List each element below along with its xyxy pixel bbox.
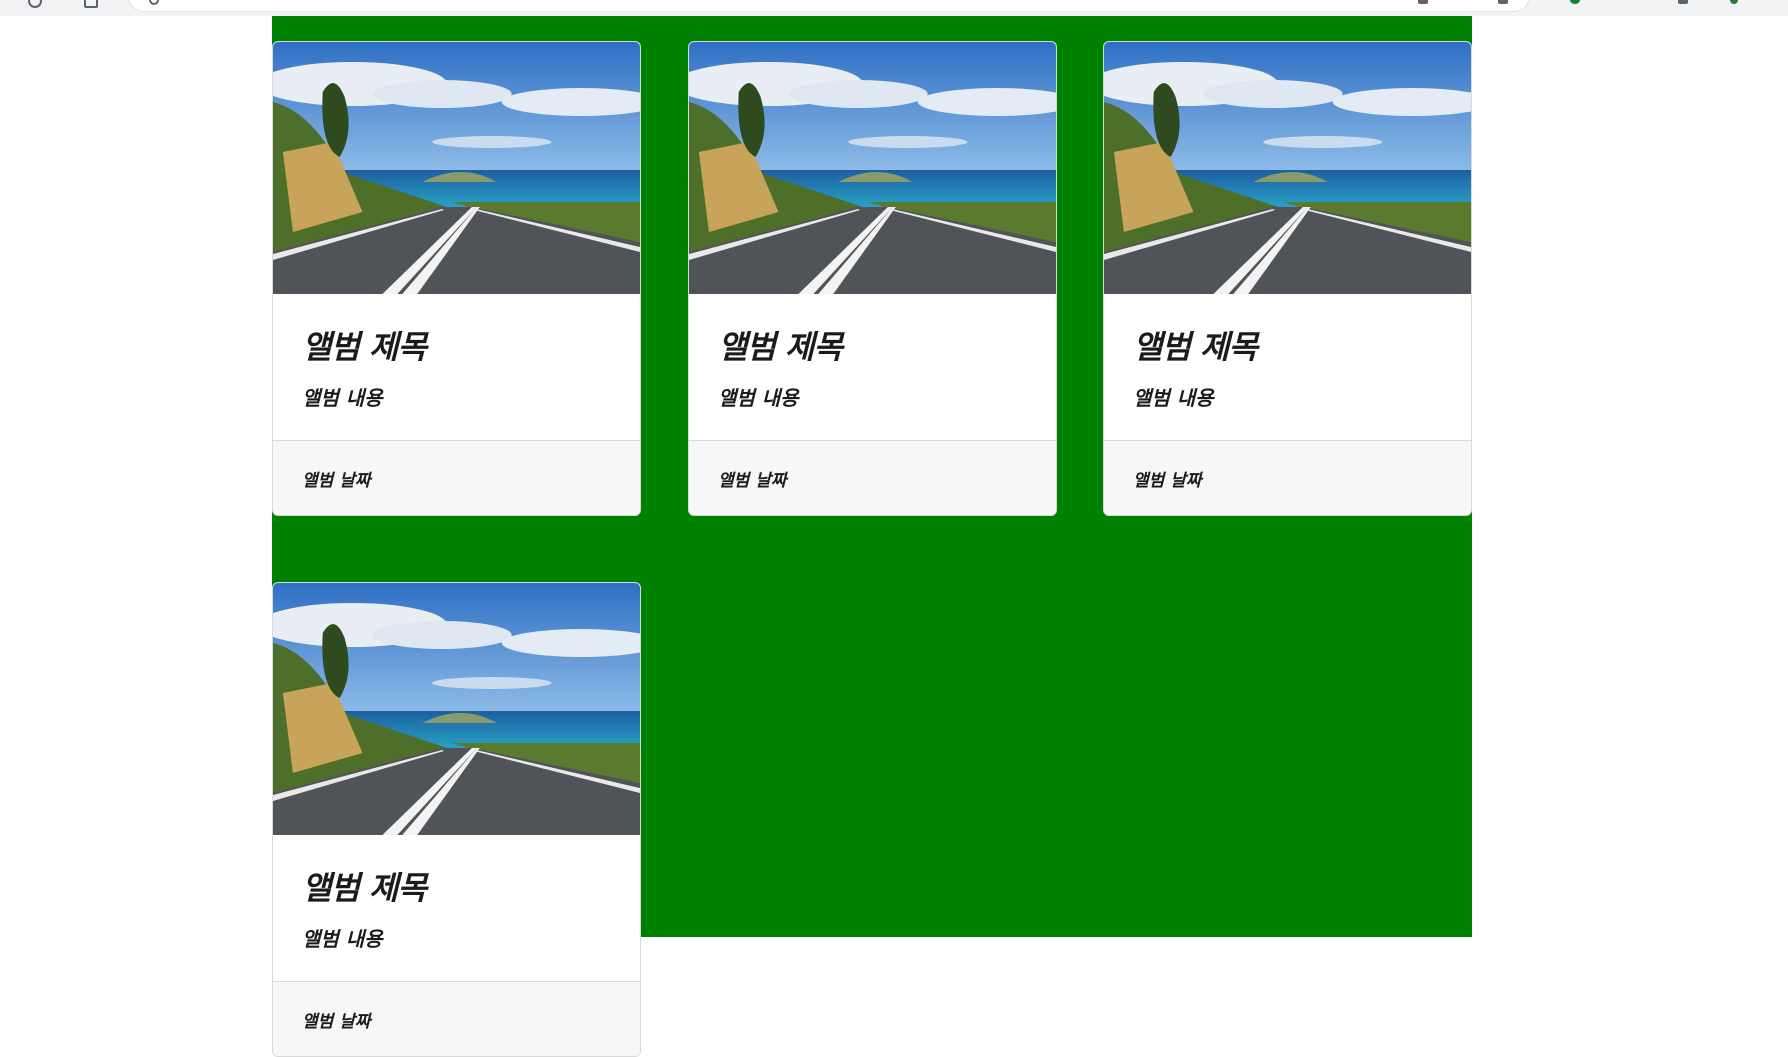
card-body: 앨범 제목 앨범 내용	[689, 294, 1056, 440]
card-title: 앨범 제목	[1133, 328, 1258, 366]
card-text: 앨범 내용	[1133, 386, 1214, 411]
card-date: 앨범 날짜	[718, 470, 787, 491]
card-body: 앨범 제목 앨범 내용	[1104, 294, 1471, 440]
album-cover-image	[689, 42, 1056, 294]
lock-icon[interactable]	[149, 0, 159, 5]
card-date: 앨범 날짜	[302, 1011, 371, 1032]
card-footer: 앨범 날짜	[1104, 440, 1471, 515]
card-text: 앨범 내용	[718, 386, 799, 411]
profile-icon[interactable]	[1570, 0, 1580, 4]
album-container: 앨범 제목 앨범 내용 앨범 날짜 앨범 제목 앨범 내용 앨범 날짜 앨범 제…	[272, 16, 1472, 1057]
reload-icon[interactable]	[28, 0, 42, 8]
bookmark-icon[interactable]	[1678, 0, 1688, 4]
card-title: 앨범 제목	[302, 328, 427, 366]
menu-icon[interactable]	[1498, 0, 1508, 4]
card-date: 앨범 날짜	[1133, 470, 1202, 491]
album-cover-image	[273, 583, 640, 835]
card-footer: 앨범 날짜	[273, 981, 640, 1056]
extensions-icon[interactable]	[1418, 0, 1428, 4]
browser-toolbar	[0, 0, 1788, 16]
card-title: 앨범 제목	[302, 869, 427, 907]
card-text: 앨범 내용	[302, 927, 383, 952]
card-body: 앨범 제목 앨범 내용	[273, 294, 640, 440]
apps-icon[interactable]	[84, 0, 98, 8]
album-card[interactable]: 앨범 제목 앨범 내용 앨범 날짜	[272, 41, 641, 516]
album-card[interactable]: 앨범 제목 앨범 내용 앨범 날짜	[272, 582, 641, 1057]
status-dot-icon	[1730, 0, 1738, 4]
card-body: 앨범 제목 앨범 내용	[273, 835, 640, 981]
card-text: 앨범 내용	[302, 386, 383, 411]
album-card[interactable]: 앨범 제목 앨범 내용 앨범 날짜	[1103, 41, 1472, 516]
address-bar[interactable]	[128, 0, 1530, 12]
album-card[interactable]: 앨범 제목 앨범 내용 앨범 날짜	[688, 41, 1057, 516]
card-footer: 앨범 날짜	[689, 440, 1056, 515]
album-cover-image	[1104, 42, 1471, 294]
card-title: 앨범 제목	[718, 328, 843, 366]
album-cover-image	[273, 42, 640, 294]
card-date: 앨범 날짜	[302, 470, 371, 491]
card-footer: 앨범 날짜	[273, 440, 640, 515]
